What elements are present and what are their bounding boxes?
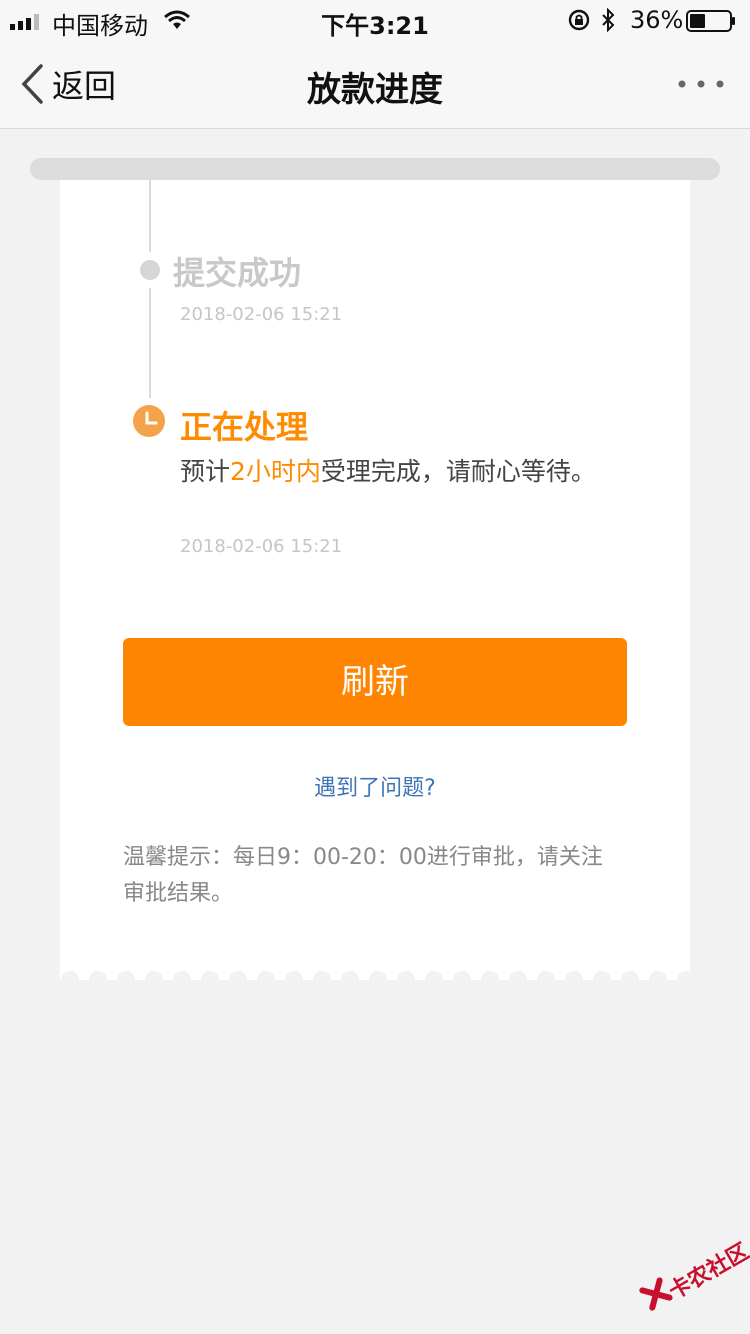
watermark-text: 卡农社区	[664, 1239, 750, 1305]
timeline-line-top	[149, 180, 151, 252]
more-icon[interactable]	[676, 76, 726, 92]
timeline-line-middle	[149, 288, 151, 398]
step-time: 2018-02-06 15:21	[180, 304, 343, 325]
watermark-logo: 卡农社区	[630, 1225, 750, 1332]
card-scallop-edge	[60, 962, 690, 980]
desc-highlight: 2小时内	[230, 457, 321, 486]
problem-link[interactable]: 遇到了问题?	[60, 770, 690, 802]
desc-prefix: 预计	[180, 457, 231, 486]
clock-icon	[133, 405, 165, 437]
step-time: 2018-02-06 15:21	[180, 536, 343, 557]
nav-bar: 返回 放款进度	[0, 40, 750, 129]
step-title: 正在处理	[180, 408, 309, 446]
card-slot	[30, 158, 720, 180]
tip-text: 温馨提示：每日9：00-20：00进行审批，请关注审批结果。	[123, 845, 603, 906]
step-title: 提交成功	[173, 254, 302, 292]
page-title: 放款进度	[307, 70, 443, 110]
status-bar: 中国移动 下午3:21 36%	[0, 0, 750, 40]
rotation-lock-icon	[568, 9, 590, 31]
step-description: 预计2小时内受理完成，请耐心等待。	[180, 454, 600, 490]
desc-suffix: 受理完成，请耐心等待。	[320, 457, 596, 486]
refresh-button[interactable]: 刷新	[123, 638, 627, 726]
bluetooth-icon	[602, 8, 615, 32]
battery-icon	[686, 10, 735, 32]
progress-card: 提交成功 2018-02-06 15:21 正在处理 预计2小时内受理完成，请耐…	[60, 180, 690, 970]
battery-percent: 36%	[630, 6, 684, 34]
step-done-dot	[140, 260, 160, 280]
